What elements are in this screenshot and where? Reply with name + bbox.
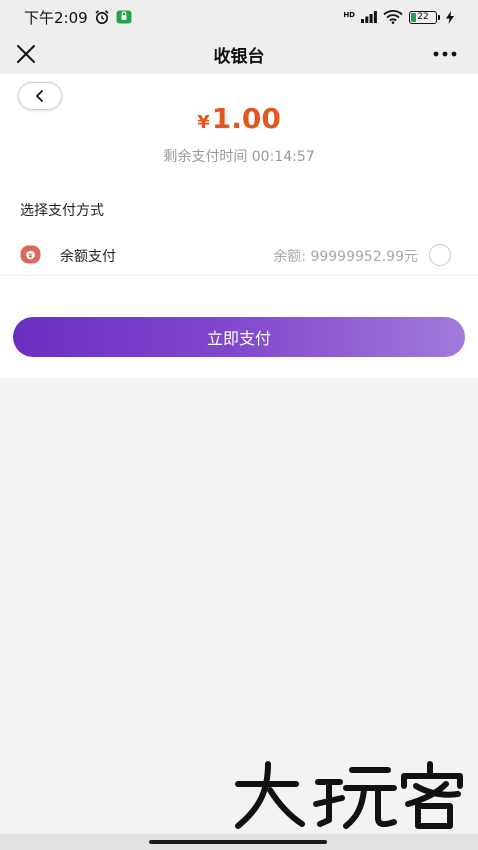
method-radio[interactable] bbox=[429, 244, 451, 266]
alarm-icon bbox=[95, 10, 109, 24]
battery-level: 22 bbox=[417, 12, 429, 22]
wallet-icon bbox=[20, 245, 41, 264]
watermark-logo bbox=[235, 761, 463, 829]
method-label: 余额支付 bbox=[60, 249, 116, 265]
home-indicator[interactable] bbox=[149, 840, 327, 844]
status-left: 下午2:09 bbox=[24, 7, 132, 28]
method-balance: 余额: 99999952.99元 bbox=[273, 249, 418, 265]
method-section-title: 选择支付方式 bbox=[20, 203, 104, 219]
signal-icon bbox=[361, 11, 377, 23]
network-label: HD bbox=[343, 11, 355, 19]
status-right: HD 22 bbox=[343, 10, 454, 24]
page-title: 收银台 bbox=[213, 46, 265, 67]
chevron-left-icon bbox=[36, 90, 43, 102]
currency-symbol: ¥ bbox=[197, 112, 210, 133]
navbar: 收银台 bbox=[0, 34, 478, 74]
wifi-icon bbox=[383, 10, 403, 24]
pay-now-button[interactable]: 立即支付 bbox=[13, 317, 465, 357]
close-icon[interactable] bbox=[14, 42, 38, 66]
status-bar: 下午2:09 HD 22 bbox=[0, 0, 478, 34]
more-icon[interactable] bbox=[432, 42, 458, 66]
amount-value: 1.00 bbox=[211, 102, 281, 135]
payment-method-balance[interactable]: 余额支付 余额: 99999952.99元 bbox=[0, 234, 478, 276]
payment-amount: ¥1.00 bbox=[0, 102, 478, 135]
app-notification-icon bbox=[116, 10, 132, 24]
charging-icon bbox=[446, 10, 454, 24]
battery-indicator: 22 bbox=[409, 10, 440, 24]
payment-countdown: 剩余支付时间 00:14:57 bbox=[163, 149, 315, 165]
status-time: 下午2:09 bbox=[24, 8, 88, 27]
payment-card: ¥1.00 剩余支付时间 00:14:57 选择支付方式 余额支付 余额: 99… bbox=[0, 74, 478, 378]
